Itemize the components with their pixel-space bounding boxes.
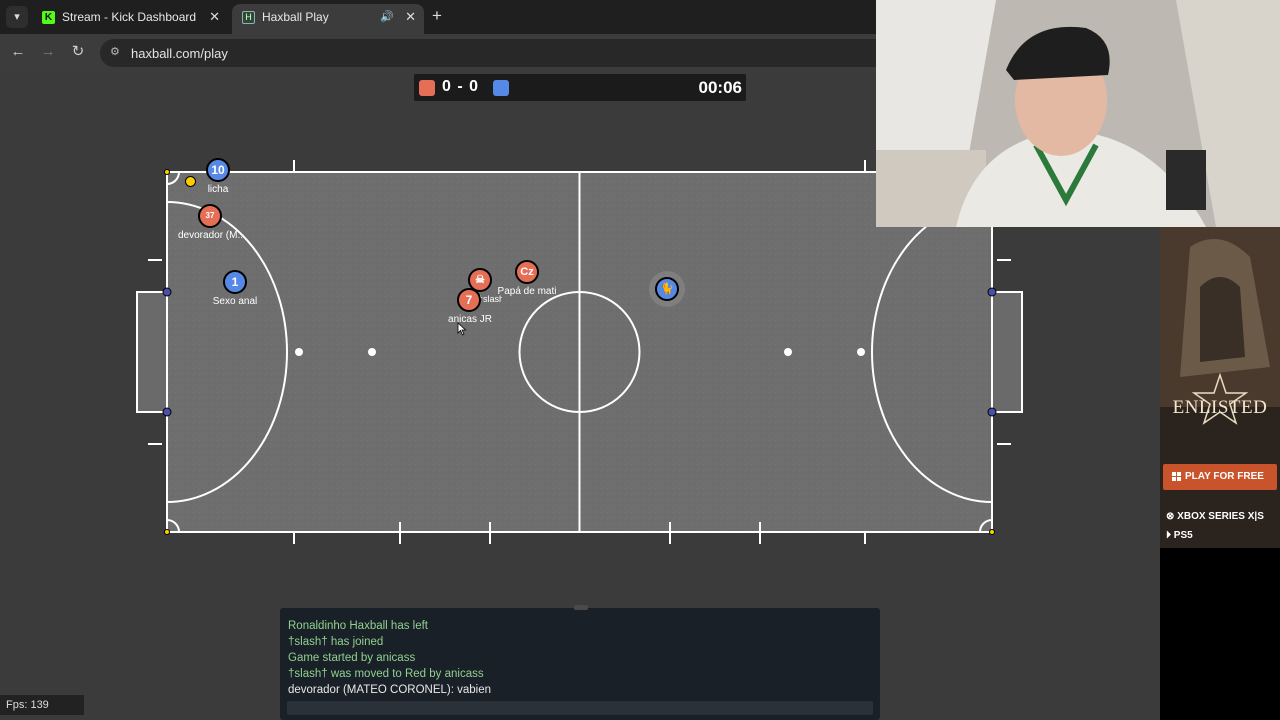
chat-message: devorador (MATEO CORONEL): vabien	[288, 684, 492, 696]
close-tab-icon[interactable]: ✕	[209, 4, 220, 30]
kick-icon: K	[42, 11, 55, 24]
ad-title: ENLISTED	[1172, 397, 1268, 418]
tab-search-button[interactable]: ▾	[6, 6, 28, 28]
sidebar-empty	[1160, 548, 1280, 720]
player-token: 10	[206, 158, 230, 182]
player-name: Sexo anal	[212, 296, 258, 307]
red-team-indicator	[419, 80, 435, 96]
tab-kick-dashboard[interactable]: K Stream - Kick Dashboard ✕	[32, 4, 228, 34]
blue-score: 0	[469, 78, 480, 95]
ad-artwork	[1160, 227, 1280, 548]
chat-message: Game started by anicass	[288, 652, 416, 664]
ad-cta-label: PLAY FOR FREE	[1185, 471, 1264, 482]
chat-resize-handle[interactable]	[574, 605, 588, 610]
tab-title: Stream - Kick Dashboard	[62, 10, 197, 24]
chat-message: †slash† was moved to Red by anicass	[288, 668, 484, 680]
webcam-overlay	[876, 0, 1280, 227]
match-timer: 00:06	[698, 78, 742, 97]
tab-title: Haxball Play	[262, 10, 329, 24]
player-token: 🐈	[655, 277, 679, 301]
player-token: Cz	[515, 260, 539, 284]
webcam-person-image	[876, 0, 1280, 227]
reload-icon[interactable]: ↻	[68, 42, 88, 62]
scoreboard: 0 - 0 00:06	[414, 74, 746, 101]
windows-icon	[1172, 472, 1181, 481]
address-bar[interactable]: ⚙ haxball.com/play	[100, 39, 1000, 67]
player-name: Papá de mati	[497, 286, 557, 297]
speaker-icon[interactable]: 🔊	[380, 4, 394, 30]
player-token: 7	[457, 288, 481, 312]
goal-post	[162, 287, 172, 297]
ad-platform-ps5: ⏵ PS5	[1166, 530, 1193, 541]
ball	[185, 176, 196, 187]
goal-post	[987, 287, 997, 297]
chat-message: Ronaldinho Haxball has left	[288, 620, 429, 632]
score-separator: -	[457, 78, 464, 95]
ad-platform-xbox: ⊗ XBOX SERIES X|S	[1166, 511, 1264, 522]
back-arrow-icon[interactable]: ←	[8, 42, 28, 62]
player-name: devorador (M...	[178, 230, 244, 241]
player-name: anicas JR	[448, 314, 492, 325]
blue-team-indicator	[493, 80, 509, 96]
red-score: 0	[442, 78, 452, 95]
chat-message: †slash† has joined	[288, 636, 384, 648]
ad-play-button[interactable]: PLAY FOR FREE	[1163, 464, 1277, 490]
player-name: licha	[207, 184, 229, 195]
mouse-cursor-icon	[457, 322, 467, 336]
player-token: 1	[223, 270, 247, 294]
new-tab-button[interactable]: +	[432, 6, 442, 26]
chat-panel: Ronaldinho Haxball has left †slash† has …	[280, 605, 880, 720]
score-display: 0 - 0	[442, 78, 479, 96]
forward-arrow-icon[interactable]: →	[38, 42, 58, 62]
goal-post	[987, 407, 997, 417]
advertisement-banner[interactable]: ENLISTED PLAY FOR FREE ⊗ XBOX SERIES X|S…	[1160, 227, 1280, 548]
player-token: 37	[198, 204, 222, 228]
close-tab-icon[interactable]: ✕	[405, 4, 416, 30]
haxball-icon: H	[242, 11, 255, 24]
chat-input[interactable]	[287, 701, 873, 715]
site-settings-icon[interactable]: ⚙	[110, 45, 120, 58]
goal-post	[162, 407, 172, 417]
fps-counter: Fps: 139	[0, 695, 84, 715]
tab-haxball-play[interactable]: H Haxball Play 🔊 ✕	[232, 4, 424, 34]
url-text: haxball.com/play	[131, 46, 228, 61]
